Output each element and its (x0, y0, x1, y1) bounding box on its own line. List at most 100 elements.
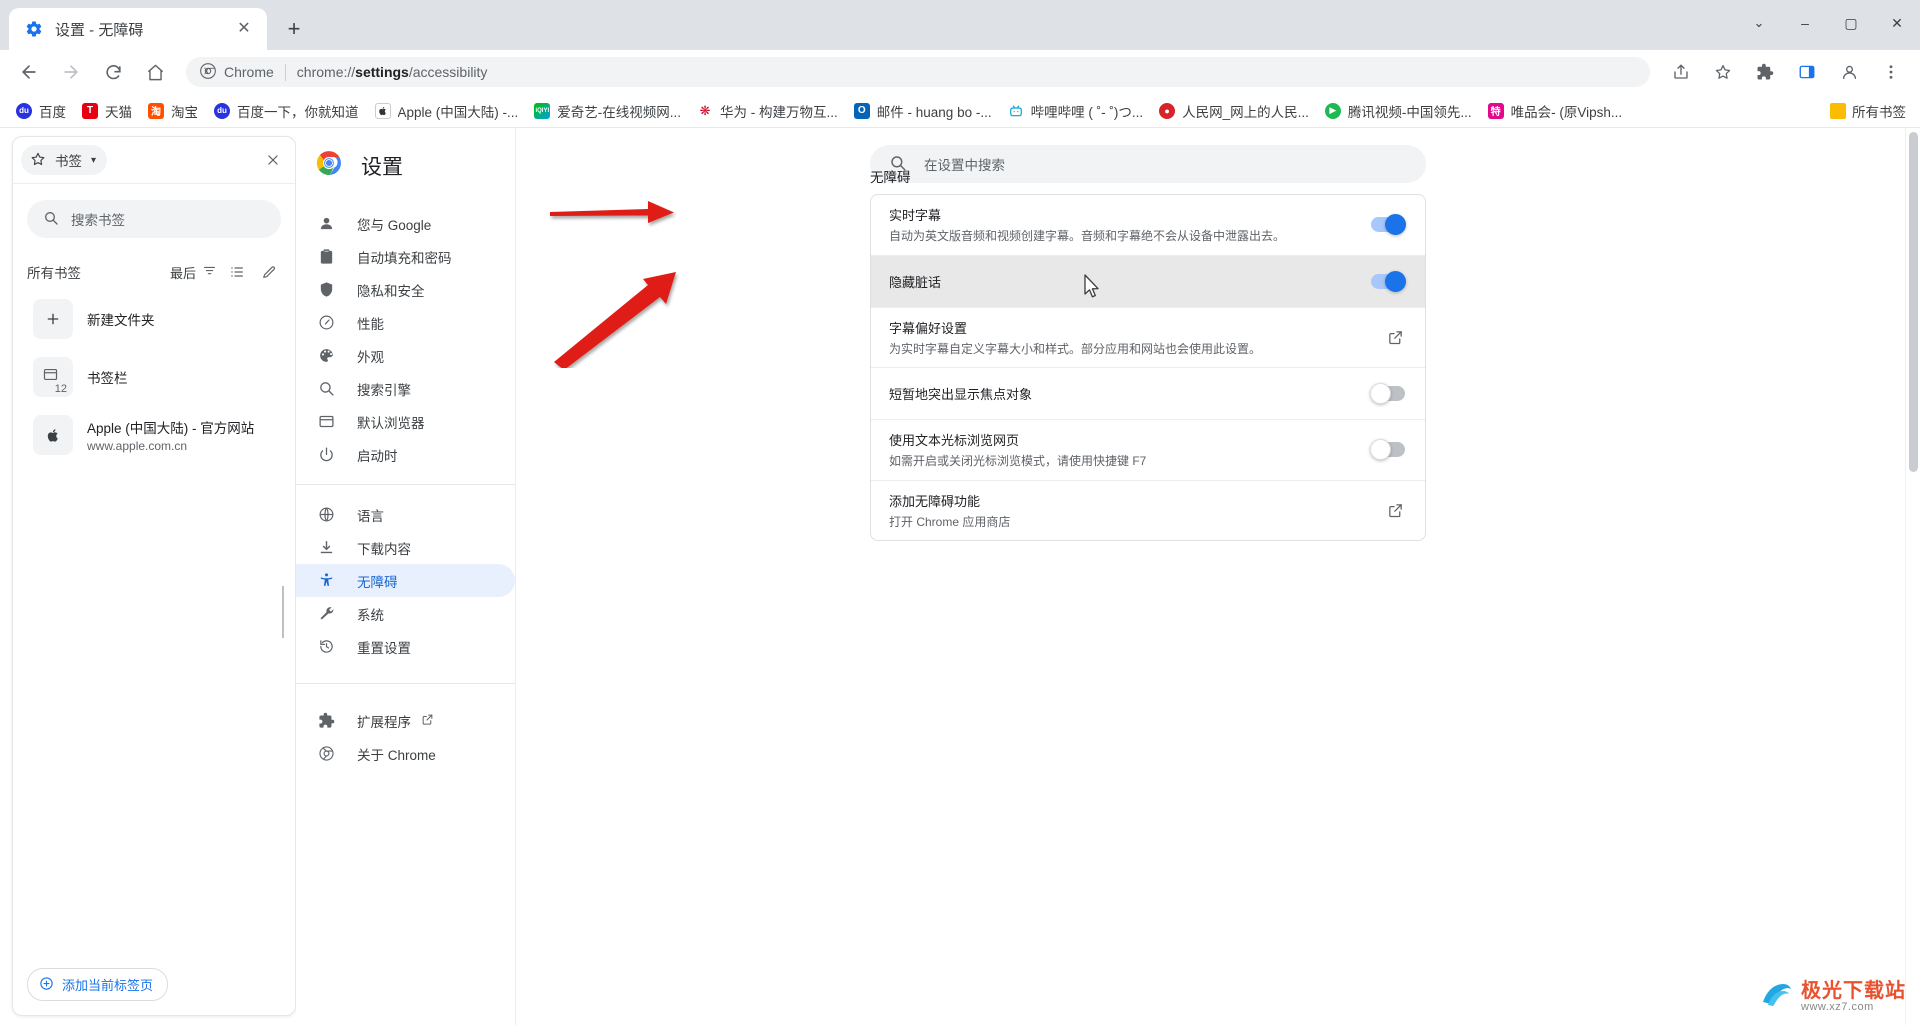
caret-browsing-toggle[interactable] (1370, 439, 1405, 461)
sidebar-item-search-engine[interactable]: 搜索引擎 (296, 372, 515, 405)
settings-app: 设置 您与 Google 自动填充和密码 隐私和安全 性能 外观 搜索引擎 默认… (296, 128, 1920, 1025)
accessibility-icon (317, 572, 335, 590)
sidebar-item-about-chrome[interactable]: 关于 Chrome (296, 737, 515, 770)
restore-icon (317, 638, 335, 656)
omnibox-url: chrome://settings/accessibility (297, 64, 488, 80)
setting-row-hide-profanity[interactable]: 隐藏脏话 (871, 254, 1425, 307)
bookmark-item[interactable]: Apple (中国大陆) -... (367, 97, 527, 125)
sidebar-item-label: 下载内容 (357, 541, 411, 557)
bookmark-item[interactable]: 特 唯品会- (原Vipsh... (1480, 97, 1631, 125)
sidebar-item-label: 语言 (357, 508, 384, 524)
reload-icon[interactable] (96, 55, 130, 89)
baidu-icon: du (214, 102, 230, 119)
sidebar-item-on-startup[interactable]: 启动时 (296, 438, 515, 471)
side-panel-footer: 添加当前标签页 (13, 953, 295, 1015)
sidebar-item-privacy-security[interactable]: 隐私和安全 (296, 273, 515, 306)
list-view-icon[interactable] (225, 260, 249, 284)
bookmark-label: 唯品会- (原Vipsh... (1510, 104, 1623, 120)
pencil-edit-icon[interactable] (257, 260, 281, 284)
nav-divider (296, 683, 515, 684)
new-tab-button[interactable]: + (277, 12, 311, 46)
bookmark-item[interactable]: du 百度一下，你就知道 (206, 97, 367, 125)
all-bookmarks-button[interactable]: 所有书签 (1830, 101, 1912, 121)
bookmark-item[interactable]: 淘 淘宝 (140, 97, 206, 125)
sidebar-item-autofill[interactable]: 自动填充和密码 (296, 240, 515, 273)
minimize-button[interactable]: – (1782, 0, 1828, 46)
sidebar-item-accessibility[interactable]: 无障碍 (296, 564, 515, 597)
setting-description: 如需开启或关闭光标浏览模式，请使用快捷键 F7 (889, 454, 1147, 469)
list-item[interactable]: 新建文件夹 (27, 294, 281, 344)
side-panel-selector-label: 书签 (55, 154, 82, 169)
bookmark-item[interactable]: du 百度 (8, 97, 74, 125)
sidebar-item-system[interactable]: 系统 (296, 597, 515, 630)
close-window-button[interactable]: ✕ (1874, 0, 1920, 46)
sidebar-item-performance[interactable]: 性能 (296, 306, 515, 339)
browser-tab[interactable]: 设置 - 无障碍 ✕ (9, 8, 267, 50)
close-tab-icon[interactable]: ✕ (233, 18, 255, 40)
maximize-button[interactable]: ▢ (1828, 0, 1874, 46)
back-icon[interactable] (12, 55, 46, 89)
bookmark-item[interactable]: T 天猫 (74, 97, 140, 125)
sort-control[interactable]: 最后 (170, 263, 217, 282)
bookmark-item[interactable]: ▶ 腾讯视频-中国领先... (1317, 97, 1480, 125)
bookmark-item[interactable]: 哔哩哔哩 ( ˚- ˚)つ... (1000, 97, 1151, 125)
sidebar-item-extensions[interactable]: 扩展程序 (296, 704, 515, 737)
sidebar-item-languages[interactable]: 语言 (296, 498, 515, 531)
profile-avatar-icon[interactable] (1832, 55, 1866, 89)
close-side-panel-icon[interactable] (259, 146, 287, 174)
sidebar-item-reset-settings[interactable]: 重置设置 (296, 630, 515, 663)
bookmark-item[interactable]: O 邮件 - huang bo -... (846, 97, 1000, 125)
extensions-puzzle-icon[interactable] (1748, 55, 1782, 89)
sidebar-item-default-browser[interactable]: 默认浏览器 (296, 405, 515, 438)
list-item[interactable]: Apple (中国大陆) - 官方网站 www.apple.com.cn (27, 410, 281, 460)
bookmark-label: 哔哩哔哩 ( ˚- ˚)つ... (1030, 104, 1144, 120)
tab-title: 设置 - 无障碍 (55, 21, 144, 39)
share-icon[interactable] (1664, 55, 1698, 89)
sidebar-item-downloads[interactable]: 下载内容 (296, 531, 515, 564)
three-dot-menu-icon[interactable] (1874, 55, 1908, 89)
bookmark-label: 人民网_网上的人民... (1182, 104, 1309, 120)
setting-row-caret-browsing[interactable]: 使用文本光标浏览网页 如需开启或关闭光标浏览模式，请使用快捷键 F7 (871, 419, 1425, 480)
search-settings-input[interactable]: 在设置中搜索 (870, 145, 1426, 183)
setting-row-highlight-focus[interactable]: 短暂地突出显示焦点对象 (871, 367, 1425, 419)
panel-resize-handle[interactable] (282, 586, 286, 638)
bookmarks-bar: du 百度 T 天猫 淘 淘宝 du 百度一下，你就知道 Apple (中国大陆… (0, 94, 1920, 128)
home-icon[interactable] (138, 55, 172, 89)
download-icon (317, 539, 335, 557)
sidebar-item-you-and-google[interactable]: 您与 Google (296, 207, 515, 240)
hide-profanity-toggle[interactable] (1371, 270, 1406, 292)
side-panel-selector[interactable]: 书签 ▾ (21, 145, 108, 175)
external-link-icon[interactable] (1385, 329, 1405, 346)
bookmark-star-icon[interactable] (1706, 55, 1740, 89)
page-scrollbar[interactable] (1905, 128, 1920, 1025)
site-chip[interactable]: Chrome (200, 62, 274, 82)
bookmark-item[interactable]: ● 人民网_网上的人民... (1151, 97, 1317, 125)
live-caption-toggle[interactable] (1371, 214, 1406, 236)
setting-row-caption-preferences[interactable]: 字幕偏好设置 为实时字幕自定义字幕大小和样式。部分应用和网站也会使用此设置。 (871, 306, 1425, 368)
scrollbar-thumb[interactable] (1909, 132, 1918, 472)
list-item[interactable]: 12 书签栏 (27, 352, 281, 402)
bookmark-item[interactable]: ❋ 华为 - 构建万物互... (689, 97, 846, 125)
search-bookmarks-input[interactable]: 搜索书签 (27, 200, 281, 238)
bookmarks-side-panel: 书签 ▾ 搜索书签 所有书签 最后 新建文件夹 12 书签栏 Apple (中国… (12, 136, 296, 1016)
external-link-icon[interactable] (1385, 502, 1405, 519)
setting-row-live-caption[interactable]: 实时字幕 自动为英文版音频和视频创建字幕。音频和字幕绝不会从设备中泄露出去。 (871, 195, 1425, 255)
setting-row-add-accessibility-features[interactable]: 添加无障碍功能 打开 Chrome 应用商店 (871, 479, 1425, 541)
side-panel-icon[interactable] (1790, 55, 1824, 89)
side-panel-header: 书签 ▾ (13, 137, 295, 184)
huawei-icon: ❋ (697, 102, 714, 119)
bookmark-item[interactable]: iQIYI 爱奇艺-在线视频网... (526, 97, 689, 125)
tab-search-icon[interactable]: ⌄ (1736, 0, 1782, 46)
sidebar-item-label: 扩展程序 (357, 714, 411, 730)
bookmark-label: 腾讯视频-中国领先... (1347, 104, 1472, 120)
sidebar-item-appearance[interactable]: 外观 (296, 339, 515, 372)
forward-icon[interactable] (54, 55, 88, 89)
url-prefix: chrome:// (296, 64, 356, 80)
search-settings-placeholder: 在设置中搜索 (924, 158, 1005, 173)
url-suffix: /accessibility (408, 64, 488, 80)
highlight-focus-toggle[interactable] (1370, 383, 1405, 405)
add-current-tab-button[interactable]: 添加当前标签页 (27, 968, 169, 1001)
iqiyi-icon: iQIYI (534, 102, 551, 119)
address-bar[interactable]: Chrome chrome://settings/accessibility (186, 57, 1650, 87)
list-item-title: 新建文件夹 (87, 313, 155, 328)
